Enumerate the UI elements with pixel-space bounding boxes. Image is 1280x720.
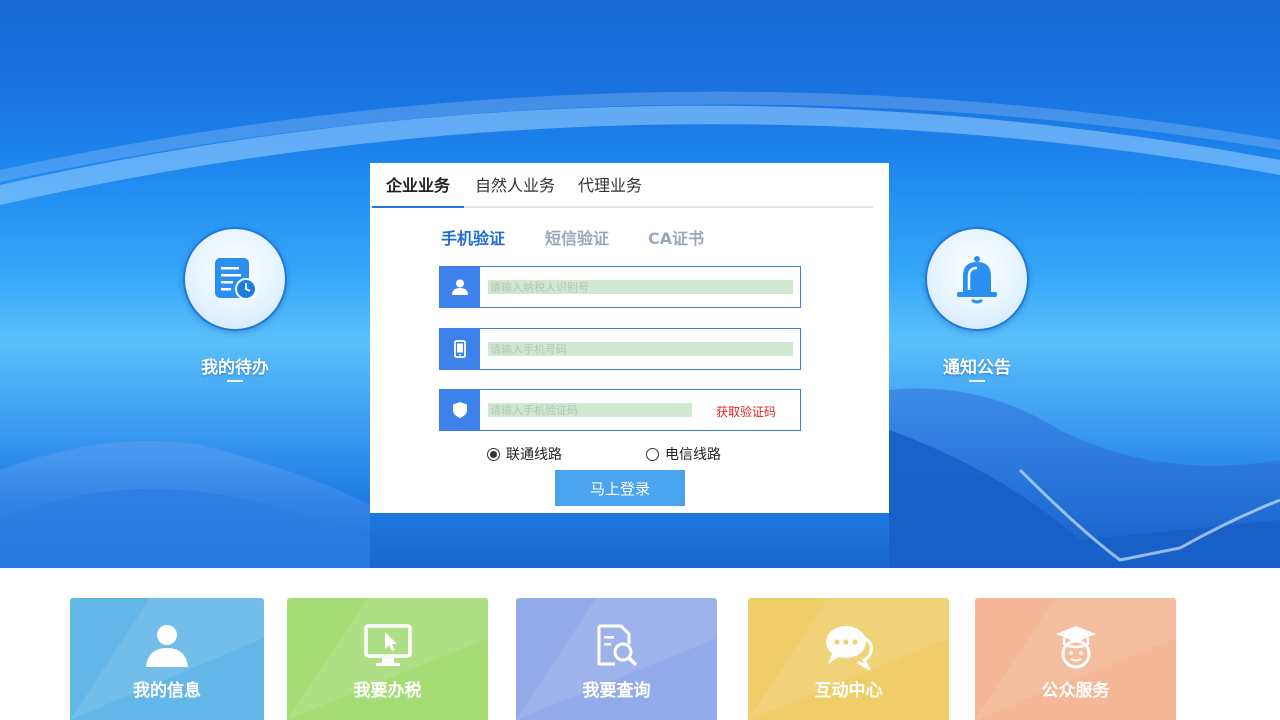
radio-dot-checked [487,447,500,461]
service-card-query[interactable]: 我要查询 [516,598,717,720]
service-card-label: 我要办税 [353,681,422,701]
shield-icon [440,390,480,430]
sms-code-input[interactable] [488,403,692,417]
chat-icon [825,626,873,670]
login-panel: 企业业务 自然人业务 代理业务 手机验证 短信验证 CA证书 请输入纳税人识别号… [370,163,889,513]
phone-input[interactable] [488,342,793,356]
search-doc-icon [597,624,637,667]
subtab-sms-verify[interactable]: 短信验证 [545,225,609,249]
phone-field [439,328,801,370]
subtab-ca-cert[interactable]: CA证书 [648,225,704,249]
verify-method-tabs: 手机验证 短信验证 CA证书 [370,225,889,249]
service-card-public-service[interactable]: 公众服务 [975,598,1176,720]
taxpayer-id-field [439,266,801,308]
user-icon [146,625,188,667]
tab-agent[interactable]: 代理业务 [566,163,654,207]
graduate-icon [1055,626,1096,669]
sms-code-field: 获取验证码 [439,389,801,431]
radio-telecom-label: 电信线路 [665,447,721,463]
radio-unicom[interactable]: 联通线路 [487,444,562,464]
network-line-selector: 联通线路 电信线路 [370,444,889,464]
subtab-phone-verify[interactable]: 手机验证 [441,225,505,249]
quick-link-underline [969,380,985,382]
service-card-tax-handling[interactable]: 我要办税 [287,598,488,720]
tab-individual[interactable]: 自然人业务 [466,163,564,207]
todo-circle [183,227,287,331]
quick-link-notice-label: 通知公告 [943,358,1011,378]
tab-enterprise[interactable]: 企业业务 [372,163,464,208]
service-card-label: 互动中心 [814,681,883,701]
get-code-link[interactable]: 获取验证码 [716,403,776,420]
monitor-icon [363,624,412,666]
business-tabs: 企业业务 自然人业务 代理业务 [370,163,873,208]
user-icon [440,267,480,307]
service-card-label: 我的信息 [133,681,201,701]
phone-icon [440,329,480,369]
service-card-label: 公众服务 [1041,681,1110,701]
quick-link-underline [227,380,243,382]
radio-telecom[interactable]: 电信线路 [646,444,721,464]
service-card-interaction[interactable]: 互动中心 [748,598,949,720]
service-card-my-info[interactable]: 我的信息 [70,598,264,720]
quick-link-todo-label: 我的待办 [201,358,269,378]
bell-icon [957,256,997,304]
radio-dot-unchecked [646,447,659,461]
quick-link-notice[interactable]: 通知公告 [925,227,1029,382]
notice-circle [925,227,1029,331]
quick-link-todo[interactable]: 我的待办 [183,227,287,382]
login-button[interactable]: 马上登录 [555,470,685,506]
radio-unicom-label: 联通线路 [506,447,562,463]
todo-list-icon [215,258,257,300]
taxpayer-id-input[interactable] [488,280,793,294]
service-card-label: 我要查询 [582,681,651,701]
